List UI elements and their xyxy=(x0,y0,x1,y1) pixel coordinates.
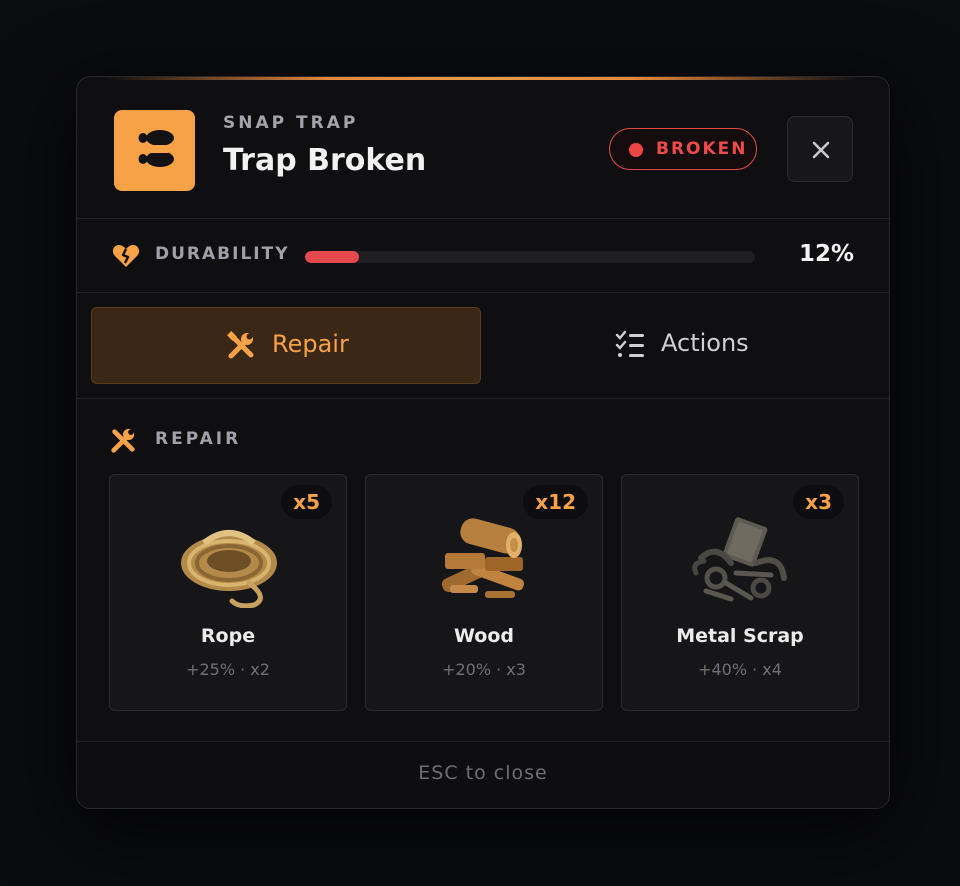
material-name: Metal Scrap xyxy=(676,625,804,647)
dialog-title: Trap Broken xyxy=(223,143,427,178)
dialog-footer: ESC to close xyxy=(77,741,889,808)
close-icon xyxy=(812,141,830,159)
materials-grid: x5 Rope +25% · x2 x12 Wood +20% · x3 x3 … xyxy=(109,474,859,711)
durability-label: DURABILITY xyxy=(155,244,290,264)
tools-icon xyxy=(111,428,135,453)
wood-logs-icon xyxy=(441,518,525,598)
durability-bar xyxy=(305,251,755,263)
tools-icon xyxy=(227,331,254,359)
trap-icon-tile xyxy=(114,110,195,191)
tab-repair-label: Repair xyxy=(272,330,349,358)
metal-scrap-icon xyxy=(692,517,787,602)
close-button[interactable] xyxy=(787,116,853,182)
quantity-badge: x5 xyxy=(281,485,332,519)
durability-value: 12% xyxy=(798,241,854,267)
status-dot-icon xyxy=(629,143,643,157)
material-card-rope[interactable]: x5 Rope +25% · x2 xyxy=(109,474,347,711)
material-card-metal-scrap[interactable]: x3 Metal Scrap +40% · x4 xyxy=(621,474,859,711)
tab-repair[interactable]: Repair xyxy=(91,307,481,384)
material-name: Rope xyxy=(200,625,256,647)
tab-bar: Repair Actions xyxy=(77,293,889,399)
trap-dialog: SNAP TRAP Trap Broken BROKEN DURABILITY … xyxy=(76,76,890,809)
esc-hint: ESC to close xyxy=(418,762,548,784)
material-card-wood[interactable]: x12 Wood +20% · x3 xyxy=(365,474,603,711)
broken-heart-icon xyxy=(112,245,140,267)
dialog-header: SNAP TRAP Trap Broken BROKEN xyxy=(77,77,889,219)
checklist-icon xyxy=(615,330,644,357)
material-meta: +20% · x3 xyxy=(442,660,526,679)
quantity-badge: x3 xyxy=(793,485,844,519)
rope-icon xyxy=(181,530,277,608)
material-meta: +25% · x2 xyxy=(186,660,270,679)
status-badge: BROKEN xyxy=(609,128,757,170)
trap-type-label: SNAP TRAP xyxy=(223,113,359,133)
tab-actions[interactable]: Actions xyxy=(487,307,877,384)
section-title: REPAIR xyxy=(155,429,242,449)
status-text: BROKEN xyxy=(656,139,748,159)
material-name: Wood xyxy=(454,625,514,647)
material-meta: +40% · x4 xyxy=(698,660,782,679)
durability-bar-fill xyxy=(305,251,359,263)
durability-row: DURABILITY 12% xyxy=(77,219,889,293)
footprints-icon xyxy=(138,130,174,167)
tab-actions-label: Actions xyxy=(661,329,749,357)
